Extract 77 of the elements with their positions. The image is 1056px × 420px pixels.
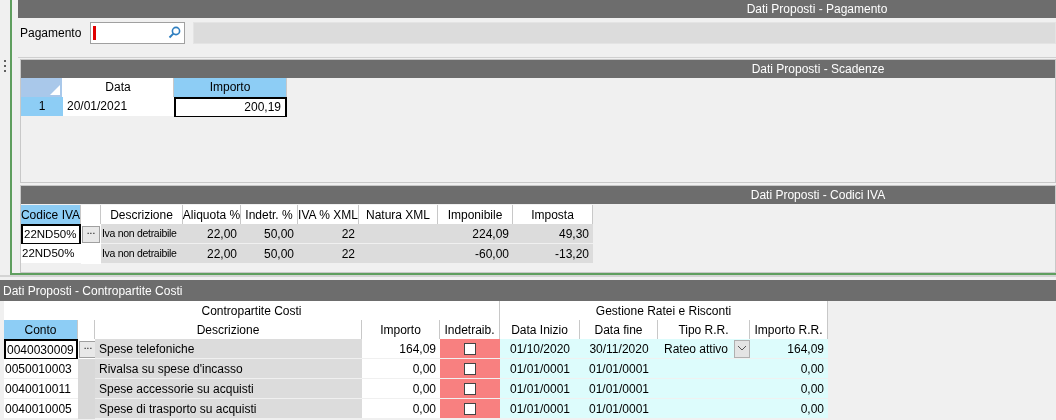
column-header[interactable]: Aliquota % (183, 205, 241, 225)
table-cell: 01/01/0001 (580, 359, 658, 379)
column-header[interactable]: Indetraib. (440, 320, 500, 339)
table-cell: 50,00 (241, 244, 298, 265)
table-cell: 22ND50% (21, 224, 81, 245)
section-title: Dati Proposti - Contropartite Costi (3, 282, 183, 300)
group-header: Gestione Ratei e Risconti (500, 301, 828, 320)
table-cell: 01/01/0001 (580, 379, 658, 399)
column-header[interactable]: Importo (362, 320, 440, 339)
search-field[interactable] (90, 21, 185, 44)
ellipsis-button[interactable]: ... (82, 226, 100, 244)
table-cell: 0040010005 (4, 399, 78, 419)
table-cell: 22,00 (183, 244, 241, 265)
table-cell: 49,30 (513, 224, 593, 245)
column-header[interactable]: Descrizione (101, 205, 183, 225)
table-cell: 164,09 (362, 339, 440, 359)
row-number: 1 (21, 96, 63, 117)
checkbox[interactable] (464, 402, 476, 415)
table-cell: 50,00 (241, 224, 298, 245)
table-cell: -13,20 (513, 244, 593, 265)
table-cell: 01/01/0001 (500, 379, 580, 399)
column-header[interactable]: Tipo R.R. (658, 320, 750, 339)
column-header[interactable]: Importo R.R. (750, 320, 828, 339)
table-cell: Iva non detraibile (101, 244, 183, 265)
checkbox[interactable] (464, 362, 476, 375)
table-cell: 0,00 (750, 379, 828, 399)
table-cell: 22ND50% (21, 244, 81, 265)
column-header[interactable]: Natura XML (359, 205, 438, 225)
table-cell: 0,00 (362, 359, 440, 379)
table-cell (78, 399, 95, 419)
column-header[interactable]: Descrizione (95, 320, 362, 339)
group-header: Contropartite Costi (4, 301, 500, 320)
table-cell: Spese telefoniche (95, 339, 362, 359)
table-cell: 30/11/2020 (580, 339, 658, 359)
table-cell: 0,00 (750, 399, 828, 419)
search-icon[interactable] (168, 26, 181, 40)
column-header[interactable]: Imposta (513, 205, 593, 225)
required-marker (93, 25, 96, 40)
checkbox[interactable] (464, 342, 476, 355)
table-cell: 0040010011 (4, 379, 78, 399)
column-header[interactable]: Data Inizio (500, 320, 580, 339)
table-cell: 0050010003 (4, 359, 78, 379)
table-cell: 164,09 (750, 339, 828, 359)
table-cell: 200,19 (174, 96, 287, 117)
table-cell: 224,09 (438, 224, 513, 245)
column-header[interactable]: Codice IVA (21, 205, 81, 225)
table-cell: 0,00 (362, 399, 440, 419)
table-cell: 01/01/0001 (500, 359, 580, 379)
dropdown-button[interactable] (734, 339, 750, 358)
table-cell: 0,00 (750, 359, 828, 379)
chevron-down-icon (738, 346, 746, 351)
table-cell: Iva non detraibile (101, 224, 183, 245)
table-cell: Spese accessorie su acquisti (95, 379, 362, 399)
table-cell: 22 (298, 224, 359, 245)
table-cell: 01/01/0001 (500, 399, 580, 419)
table-cell (78, 359, 95, 379)
dropdown-value[interactable]: Rateo attivo (664, 339, 729, 358)
field-label: Pagamento (20, 24, 82, 42)
table-cell: Spese di trasporto su acquisti (95, 399, 362, 419)
table-cell: Rivalsa su spese d'incasso (95, 359, 362, 379)
section-title: Dati Proposti - Codici IVA (750, 187, 886, 205)
checkbox[interactable] (464, 382, 476, 395)
column-header[interactable]: Conto (4, 320, 78, 339)
table-cell: 20/01/2021 (63, 96, 174, 117)
table-cell: 22 (298, 244, 359, 265)
section-title: Dati Proposti - Pagamento (746, 1, 888, 18)
section-title: Dati Proposti - Scadenze (751, 60, 885, 78)
table-cell: 01/01/0001 (580, 399, 658, 419)
table-cell: 22,00 (183, 224, 241, 245)
table-cell: 0040030009 (4, 339, 78, 359)
column-header[interactable]: Indetr. % (241, 205, 298, 225)
table-cell: -60,00 (438, 244, 513, 265)
column-header[interactable]: IVA % XML (298, 205, 359, 225)
table-cell: 01/10/2020 (500, 339, 580, 359)
column-header[interactable]: Imponibile (438, 205, 513, 225)
table-cell: 0,00 (362, 379, 440, 399)
column-header[interactable]: Data fine (580, 320, 658, 339)
